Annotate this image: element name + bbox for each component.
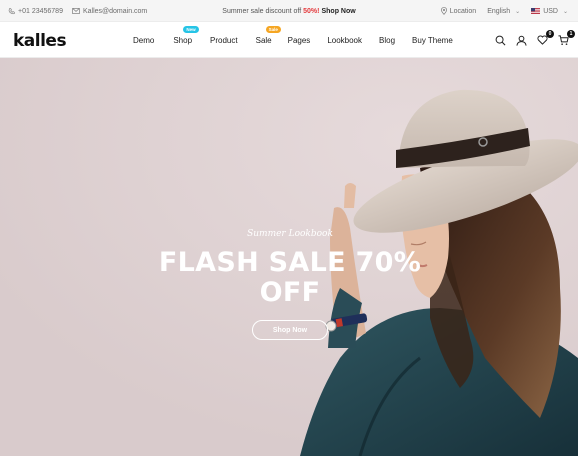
nav-item-blog[interactable]: Blog: [379, 36, 395, 45]
nav-item-product[interactable]: Product: [210, 36, 238, 45]
logo[interactable]: kalles: [13, 31, 67, 51]
chevron-down-icon: ⌄: [562, 8, 568, 15]
nav-label: Blog: [379, 35, 396, 45]
promo-shop-now-link[interactable]: Shop Now: [321, 8, 355, 15]
user-icon: [516, 35, 527, 46]
hero-title: FLASH SALE 70% OFF: [155, 248, 425, 308]
top-bar: +01 23456789 Kalles@domain.com Summer sa…: [0, 0, 578, 22]
currency-value: USD: [543, 7, 558, 15]
mail-icon: [72, 8, 80, 14]
nav-item-buy-theme[interactable]: Buy Theme: [412, 36, 453, 45]
header-actions: 0 1: [494, 22, 575, 58]
location-label: Location: [449, 7, 477, 15]
cart-button[interactable]: 1: [557, 29, 575, 47]
email-address: Kalles@domain.com: [82, 7, 148, 15]
nav-item-demo[interactable]: Demo: [133, 36, 154, 45]
language-select[interactable]: English ⌄: [487, 8, 520, 15]
account-button[interactable]: [515, 34, 528, 47]
phone-number: +01 23456789: [18, 7, 63, 15]
search-button[interactable]: [494, 34, 507, 47]
main-header: kalles Demo Shop New Product Sale Sale Pag…: [0, 22, 578, 58]
contact-info: +01 23456789 Kalles@domain.com: [8, 0, 147, 22]
search-icon: [495, 35, 506, 45]
promo-text: Summer sale discount off: [222, 7, 302, 15]
hero-title-line2: OFF: [259, 277, 321, 308]
flag-us-icon: [531, 8, 541, 14]
nav-label: Demo: [133, 35, 155, 45]
nav-item-sale[interactable]: Sale Sale: [255, 25, 281, 45]
nav-label: Shop: [173, 35, 193, 45]
wishlist-count: 0: [546, 29, 554, 38]
wishlist-button[interactable]: 0: [536, 29, 554, 47]
phone-contact[interactable]: +01 23456789: [8, 8, 63, 15]
topbar-options: Location English ⌄ USD ⌄: [440, 0, 568, 22]
nav-label: Buy Theme: [412, 35, 453, 45]
main-nav: Demo Shop New Product Sale Sale Pages Look…: [133, 22, 453, 58]
nav-item-shop[interactable]: Shop New: [173, 25, 199, 45]
nav-label: Product: [210, 35, 238, 45]
new-badge: New: [183, 25, 199, 33]
email-contact[interactable]: Kalles@domain.com: [72, 8, 147, 15]
promo-percent: 50%!: [303, 7, 320, 15]
sale-badge: Sale: [265, 25, 281, 33]
location-link[interactable]: Location: [440, 7, 477, 15]
nav-label: Lookbook: [327, 35, 363, 45]
hero-title-line1: FLASH SALE 70%: [158, 247, 422, 278]
location-icon: [440, 7, 447, 15]
hero-banner: Summer Lookbook FLASH SALE 70% OFF Shop …: [0, 58, 578, 456]
phone-icon: [8, 7, 15, 14]
nav-item-pages[interactable]: Pages: [288, 36, 311, 45]
language-value: English: [487, 7, 511, 15]
cart-count: 1: [567, 29, 575, 38]
nav-item-lookbook[interactable]: Lookbook: [327, 36, 362, 45]
chevron-down-icon: ⌄: [515, 8, 521, 15]
nav-label: Pages: [287, 35, 311, 45]
hero-shop-now-button[interactable]: Shop Now: [252, 320, 328, 340]
nav-label: Sale: [255, 35, 272, 45]
currency-select[interactable]: USD ⌄: [531, 8, 568, 15]
hero-subtitle: Summer Lookbook: [247, 229, 333, 239]
